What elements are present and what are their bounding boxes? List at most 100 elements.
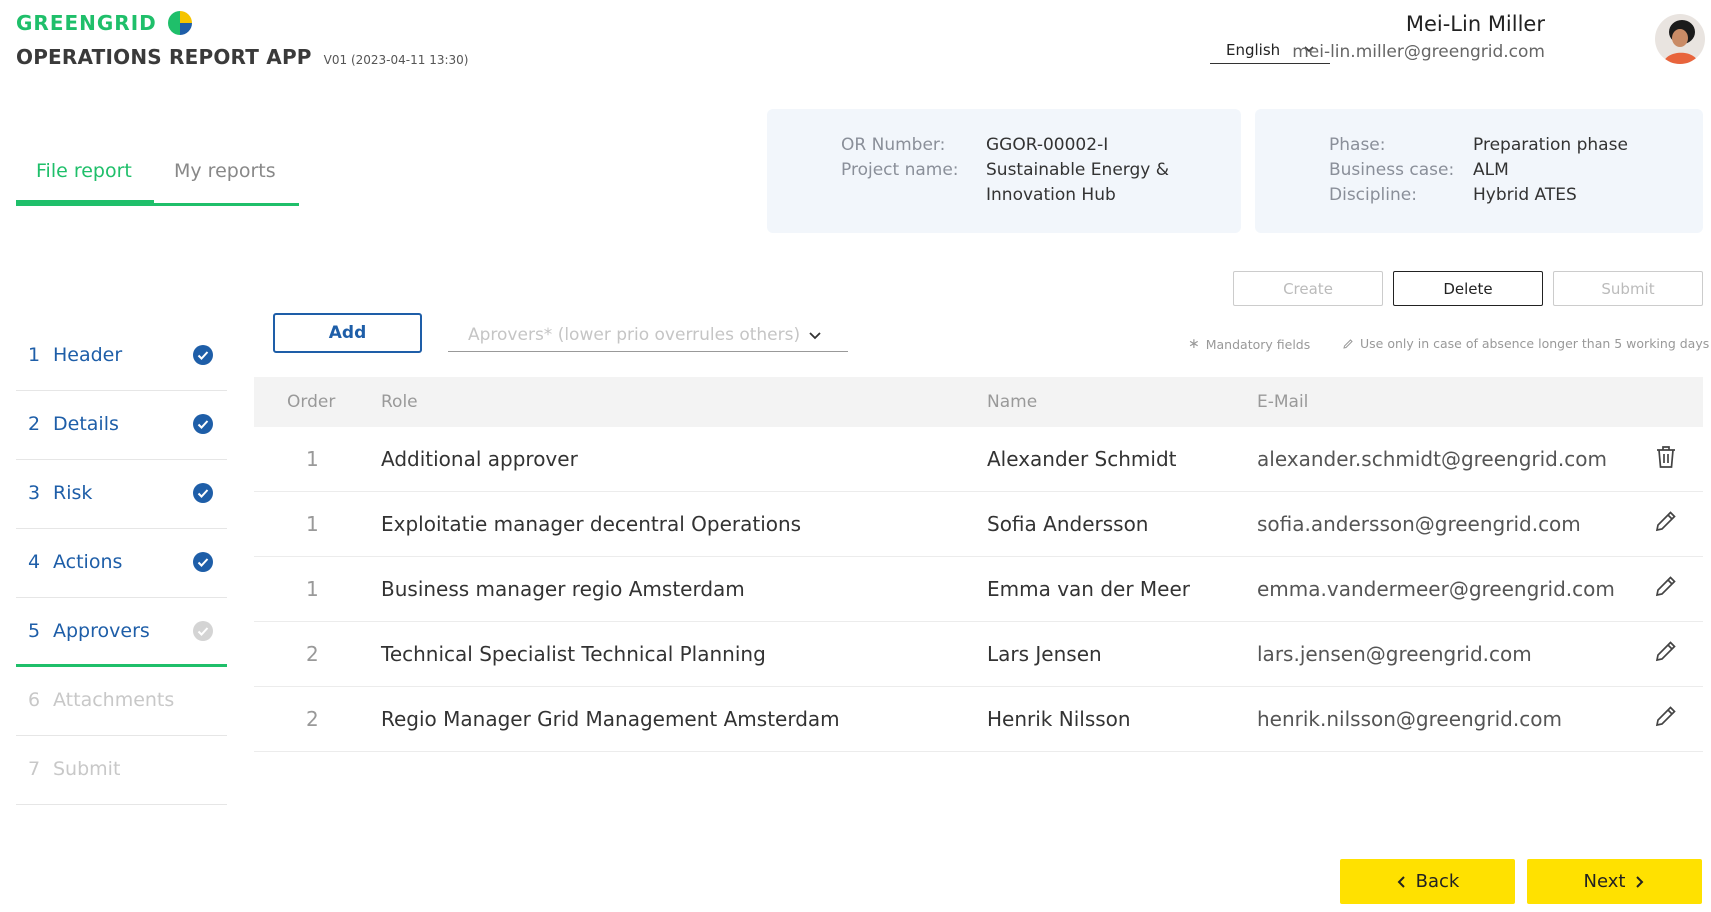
check-circle-icon bbox=[193, 621, 213, 641]
step-label: Header bbox=[53, 344, 123, 366]
chevron-down-icon bbox=[809, 332, 821, 340]
pencil-icon bbox=[1343, 338, 1353, 349]
step-actions[interactable]: 4 Actions bbox=[16, 529, 227, 598]
step-submit[interactable]: 7 Submit bbox=[16, 736, 227, 805]
delete-button[interactable]: Delete bbox=[1393, 271, 1543, 306]
step-approvers[interactable]: 5 Approvers bbox=[16, 598, 227, 667]
row-role: Exploitatie manager decentral Operations bbox=[381, 512, 802, 536]
check-circle-icon bbox=[193, 483, 213, 503]
step-attachments[interactable]: 6 Attachments bbox=[16, 667, 227, 736]
business-case-value: ALM bbox=[1473, 160, 1509, 180]
row-name: Emma van der Meer bbox=[987, 577, 1191, 601]
project-info-card: Phase: Preparation phase Business case: … bbox=[1255, 109, 1703, 233]
check-circle-icon bbox=[193, 345, 213, 365]
check-circle-icon bbox=[193, 552, 213, 572]
add-button[interactable]: Add bbox=[273, 313, 422, 353]
row-email: emma.vandermeer@greengrid.com bbox=[1257, 577, 1615, 601]
project-name-label: Project name: bbox=[841, 160, 959, 180]
or-number-value: GGOR-00002-I bbox=[986, 135, 1109, 155]
tab-my-reports[interactable]: My reports bbox=[174, 160, 276, 182]
approvers-select[interactable]: Aprovers* (lower prio overrules others) bbox=[448, 318, 848, 352]
approvers-select-placeholder: Aprovers* (lower prio overrules others) bbox=[468, 324, 801, 345]
row-email: henrik.nilsson@greengrid.com bbox=[1257, 707, 1562, 731]
step-number: 4 bbox=[28, 551, 41, 573]
pencil-icon bbox=[1655, 511, 1676, 532]
row-order: 1 bbox=[306, 447, 319, 471]
row-order: 1 bbox=[306, 512, 319, 536]
report-tabs: File report My reports bbox=[16, 150, 299, 206]
active-tab-indicator bbox=[16, 200, 154, 206]
chevron-left-icon bbox=[1397, 875, 1405, 888]
absence-hint-text: Use only in case of absence longer than … bbox=[1360, 336, 1710, 351]
table-row: 1 Additional approver Alexander Schmidt … bbox=[254, 427, 1703, 492]
business-case-label: Business case: bbox=[1329, 160, 1455, 180]
or-number-label: OR Number: bbox=[841, 135, 946, 155]
row-name: Henrik Nilsson bbox=[987, 707, 1131, 731]
row-role: Business manager regio Amsterdam bbox=[381, 577, 745, 601]
step-label: Attachments bbox=[53, 689, 175, 711]
edit-row-button[interactable] bbox=[1654, 509, 1678, 538]
step-label: Approvers bbox=[53, 620, 150, 642]
app-title: OPERATIONS REPORT APP V01 (2023-04-11 13… bbox=[16, 45, 468, 69]
step-details[interactable]: 2 Details bbox=[16, 391, 227, 460]
row-name: Alexander Schmidt bbox=[987, 447, 1177, 471]
tab-file-report[interactable]: File report bbox=[36, 160, 132, 182]
edit-row-button[interactable] bbox=[1654, 639, 1678, 668]
report-info-card: OR Number: GGOR-00002-I Project name: Su… bbox=[767, 109, 1241, 233]
submit-button[interactable]: Submit bbox=[1553, 271, 1703, 306]
asterisk-icon: ∗ bbox=[1188, 336, 1200, 352]
step-number: 5 bbox=[28, 620, 41, 642]
app-version: V01 (2023-04-11 13:30) bbox=[323, 53, 469, 67]
back-button-label: Back bbox=[1415, 871, 1460, 892]
mandatory-hint: ∗ Mandatory fields bbox=[1188, 336, 1310, 352]
row-name: Sofia Andersson bbox=[987, 512, 1149, 536]
step-number: 2 bbox=[28, 413, 41, 435]
mandatory-hint-text: Mandatory fields bbox=[1205, 336, 1311, 352]
row-name: Lars Jensen bbox=[987, 642, 1102, 666]
step-navigation: 1 Header 2 Details 3 Risk 4 Actions 5 Ap… bbox=[16, 322, 227, 805]
step-number: 7 bbox=[28, 758, 41, 780]
step-label: Risk bbox=[53, 482, 93, 504]
step-risk[interactable]: 3 Risk bbox=[16, 460, 227, 529]
create-button[interactable]: Create bbox=[1233, 271, 1383, 306]
row-role: Technical Specialist Technical Planning bbox=[381, 642, 766, 666]
column-header-role: Role bbox=[381, 392, 418, 412]
column-header-name: Name bbox=[987, 392, 1038, 412]
discipline-label: Discipline: bbox=[1329, 185, 1417, 205]
row-order: 2 bbox=[306, 707, 319, 731]
column-header-email: E-Mail bbox=[1257, 392, 1309, 412]
project-name-value-line2: Innovation Hub bbox=[986, 185, 1116, 205]
row-email: alexander.schmidt@greengrid.com bbox=[1257, 447, 1607, 471]
back-button[interactable]: Back bbox=[1340, 859, 1515, 904]
pencil-icon bbox=[1655, 641, 1676, 662]
trash-icon bbox=[1657, 446, 1675, 468]
column-header-order: Order bbox=[287, 392, 336, 412]
avatar-image bbox=[1655, 14, 1705, 64]
phase-value: Preparation phase bbox=[1473, 135, 1628, 155]
table-row: 1 Business manager regio Amsterdam Emma … bbox=[254, 557, 1703, 622]
user-email: mei-lin.miller@greengrid.com bbox=[1292, 42, 1545, 62]
brand-logo-icon bbox=[167, 11, 192, 35]
user-name: Mei-Lin Miller bbox=[1405, 12, 1545, 36]
absence-hint: Use only in case of absence longer than … bbox=[1342, 336, 1709, 351]
row-order: 2 bbox=[306, 642, 319, 666]
phase-label: Phase: bbox=[1329, 135, 1386, 155]
edit-row-button[interactable] bbox=[1654, 574, 1678, 603]
step-label: Actions bbox=[53, 551, 123, 573]
project-name-value: Sustainable Energy & bbox=[986, 160, 1169, 180]
step-number: 1 bbox=[28, 344, 41, 366]
approvers-table: Order Role Name E-Mail 1 Additional appr… bbox=[254, 377, 1703, 752]
table-row: 2 Regio Manager Grid Management Amsterda… bbox=[254, 687, 1703, 752]
step-header[interactable]: 1 Header bbox=[16, 322, 227, 391]
pencil-icon bbox=[1655, 576, 1676, 597]
step-label: Details bbox=[53, 413, 119, 435]
brand-name: GREENGRID bbox=[16, 11, 157, 35]
language-value: English bbox=[1226, 40, 1281, 59]
discipline-value: Hybrid ATES bbox=[1473, 185, 1577, 205]
edit-row-button[interactable] bbox=[1654, 704, 1678, 733]
step-number: 6 bbox=[28, 689, 41, 711]
next-button[interactable]: Next bbox=[1527, 859, 1702, 904]
avatar[interactable] bbox=[1655, 14, 1705, 64]
chevron-right-icon bbox=[1636, 875, 1644, 888]
delete-row-button[interactable] bbox=[1654, 444, 1678, 475]
